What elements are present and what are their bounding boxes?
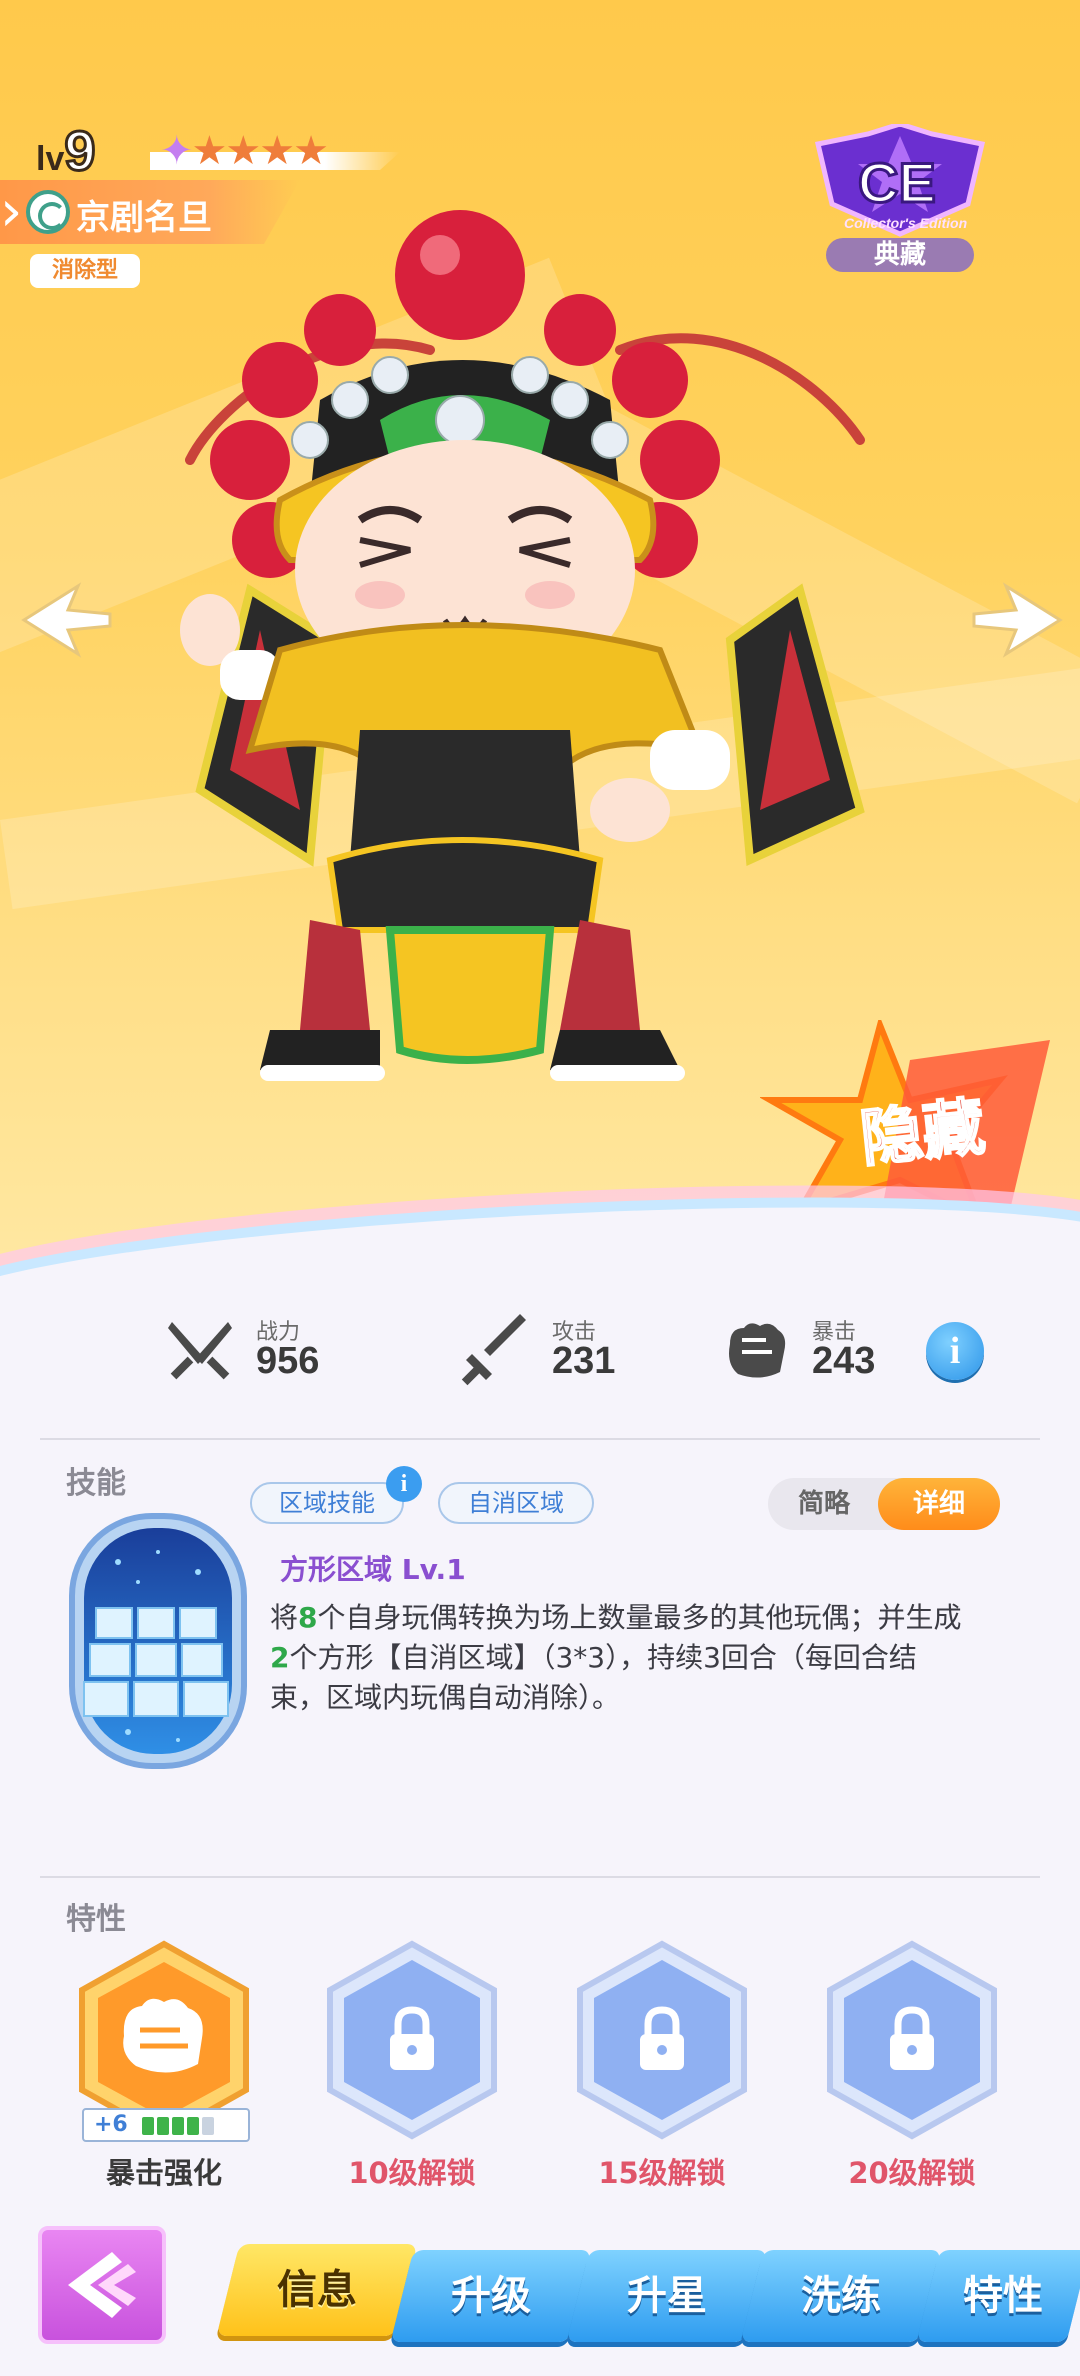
star-icon: ★ <box>225 128 261 174</box>
trait-label: 15级解锁 <box>598 2156 726 2190</box>
skill-name: 方形区域 Lv.1 <box>280 1553 466 1586</box>
trait-slot-locked-10[interactable]: 10级解锁 <box>322 1940 502 2200</box>
crossed-swords-icon <box>168 1322 232 1380</box>
star-rating: ✦★★★★ <box>160 128 329 174</box>
tab-traits[interactable]: 特性 <box>916 2250 1080 2342</box>
stat-value: 243 <box>812 1340 876 1382</box>
star-icon: ★ <box>191 128 228 174</box>
trait-slot-locked-15[interactable]: 15级解锁 <box>572 1940 752 2200</box>
trait-label: 20级解锁 <box>848 2156 976 2190</box>
divider <box>40 1438 1040 1440</box>
tab-star-up[interactable]: 升星 <box>566 2250 768 2342</box>
tab-label: 升级 <box>451 2273 531 2319</box>
next-character-arrow-icon[interactable] <box>970 580 1066 660</box>
skill-desc-text: 将 <box>270 1601 299 1634</box>
skill-desc-text: 个自身玩偶转换为场上数量最多的其他玩偶；并生成 <box>317 1601 962 1634</box>
rarity-label: 隐藏 <box>856 1089 989 1177</box>
tab-refine[interactable]: 洗练 <box>740 2250 942 2342</box>
traits-section-title: 特性 <box>66 1902 126 1937</box>
collectors-edition-badge: CE Collector's Edition 典藏 <box>808 121 992 274</box>
hidden-rarity-badge: 隐藏 <box>758 1015 1060 1230</box>
star-icon: ★ <box>259 128 295 174</box>
svg-text:Collector's Edition: Collector's Edition <box>844 215 967 231</box>
trait-level-text: +6 <box>94 2112 128 2137</box>
skill-tag-info-icon[interactable]: i <box>386 1466 422 1502</box>
tab-label: 信息 <box>277 2267 357 2313</box>
tab-label: 升星 <box>627 2273 707 2319</box>
previous-character-arrow-icon[interactable] <box>18 580 114 660</box>
trait-label: 暴击强化 <box>105 2156 222 2190</box>
stat-value: 231 <box>552 1340 616 1382</box>
tab-label: 特性 <box>963 2273 1043 2319</box>
trait-hexagon <box>327 1940 497 2140</box>
stat-value: 956 <box>256 1340 320 1382</box>
level-prefix: lv <box>36 140 65 178</box>
trait-critical-boost[interactable]: 暴击强化 <box>74 1940 254 2200</box>
character-name: 京剧名旦 <box>76 198 212 238</box>
fist-icon <box>123 1998 203 2073</box>
divider <box>40 1876 1040 1878</box>
trait-hexagon <box>577 1940 747 2140</box>
trait-label: 10级解锁 <box>348 2156 476 2190</box>
element-type-icon <box>26 190 70 234</box>
sword-icon <box>461 1314 526 1386</box>
stats-info-button[interactable]: i <box>926 1322 984 1380</box>
tab-upgrade[interactable]: 升级 <box>390 2250 592 2342</box>
star-icon: ★ <box>293 128 329 174</box>
skill-desc-number: 8 <box>298 1601 318 1634</box>
trait-level-badge: +6 <box>82 2108 250 2142</box>
tab-label: 洗练 <box>801 2273 881 2319</box>
trait-hexagon <box>827 1940 997 2140</box>
tab-info[interactable]: 信息 <box>216 2244 418 2336</box>
level-indicator: lv9 <box>36 118 97 184</box>
fist-icon <box>729 1323 786 1378</box>
detail-toggle[interactable]: 简略 详细 <box>768 1478 1000 1530</box>
character-illustration <box>180 210 865 1081</box>
ce-emblem-icon: CE Collector's Edition <box>814 121 986 237</box>
skill-description: 将8个自身玩偶转换为场上数量最多的其他玩偶；并生成 2个方形【自消区域】（3*3）… <box>270 1598 970 1718</box>
trait-progress-bar <box>142 2117 217 2139</box>
level-value: 9 <box>63 118 97 184</box>
character-type-badge: 消除型 <box>30 254 140 288</box>
skill-desc-number: 2 <box>270 1641 290 1674</box>
svg-text:CE: CE <box>858 151 936 214</box>
star-icon: ✦ <box>160 128 193 174</box>
square-zone-skill-icon[interactable] <box>68 1512 248 1770</box>
toggle-detail-option[interactable]: 详细 <box>878 1478 1000 1530</box>
trait-slot-locked-20[interactable]: 20级解锁 <box>822 1940 1002 2200</box>
toggle-simple-option[interactable]: 简略 <box>768 1478 880 1530</box>
skill-section-title: 技能 <box>66 1466 126 1501</box>
skill-tag[interactable]: 自消区域 <box>438 1482 594 1524</box>
back-arrow-icon <box>68 2252 136 2318</box>
edition-label: 典藏 <box>826 238 974 272</box>
back-button[interactable] <box>38 2226 166 2344</box>
skill-tag[interactable]: 区域技能 <box>250 1482 404 1524</box>
skill-desc-text: 个方形【自消区域】（3*3），持续3回合（每回合结束，区域内玩偶自动消除）。 <box>270 1641 917 1714</box>
